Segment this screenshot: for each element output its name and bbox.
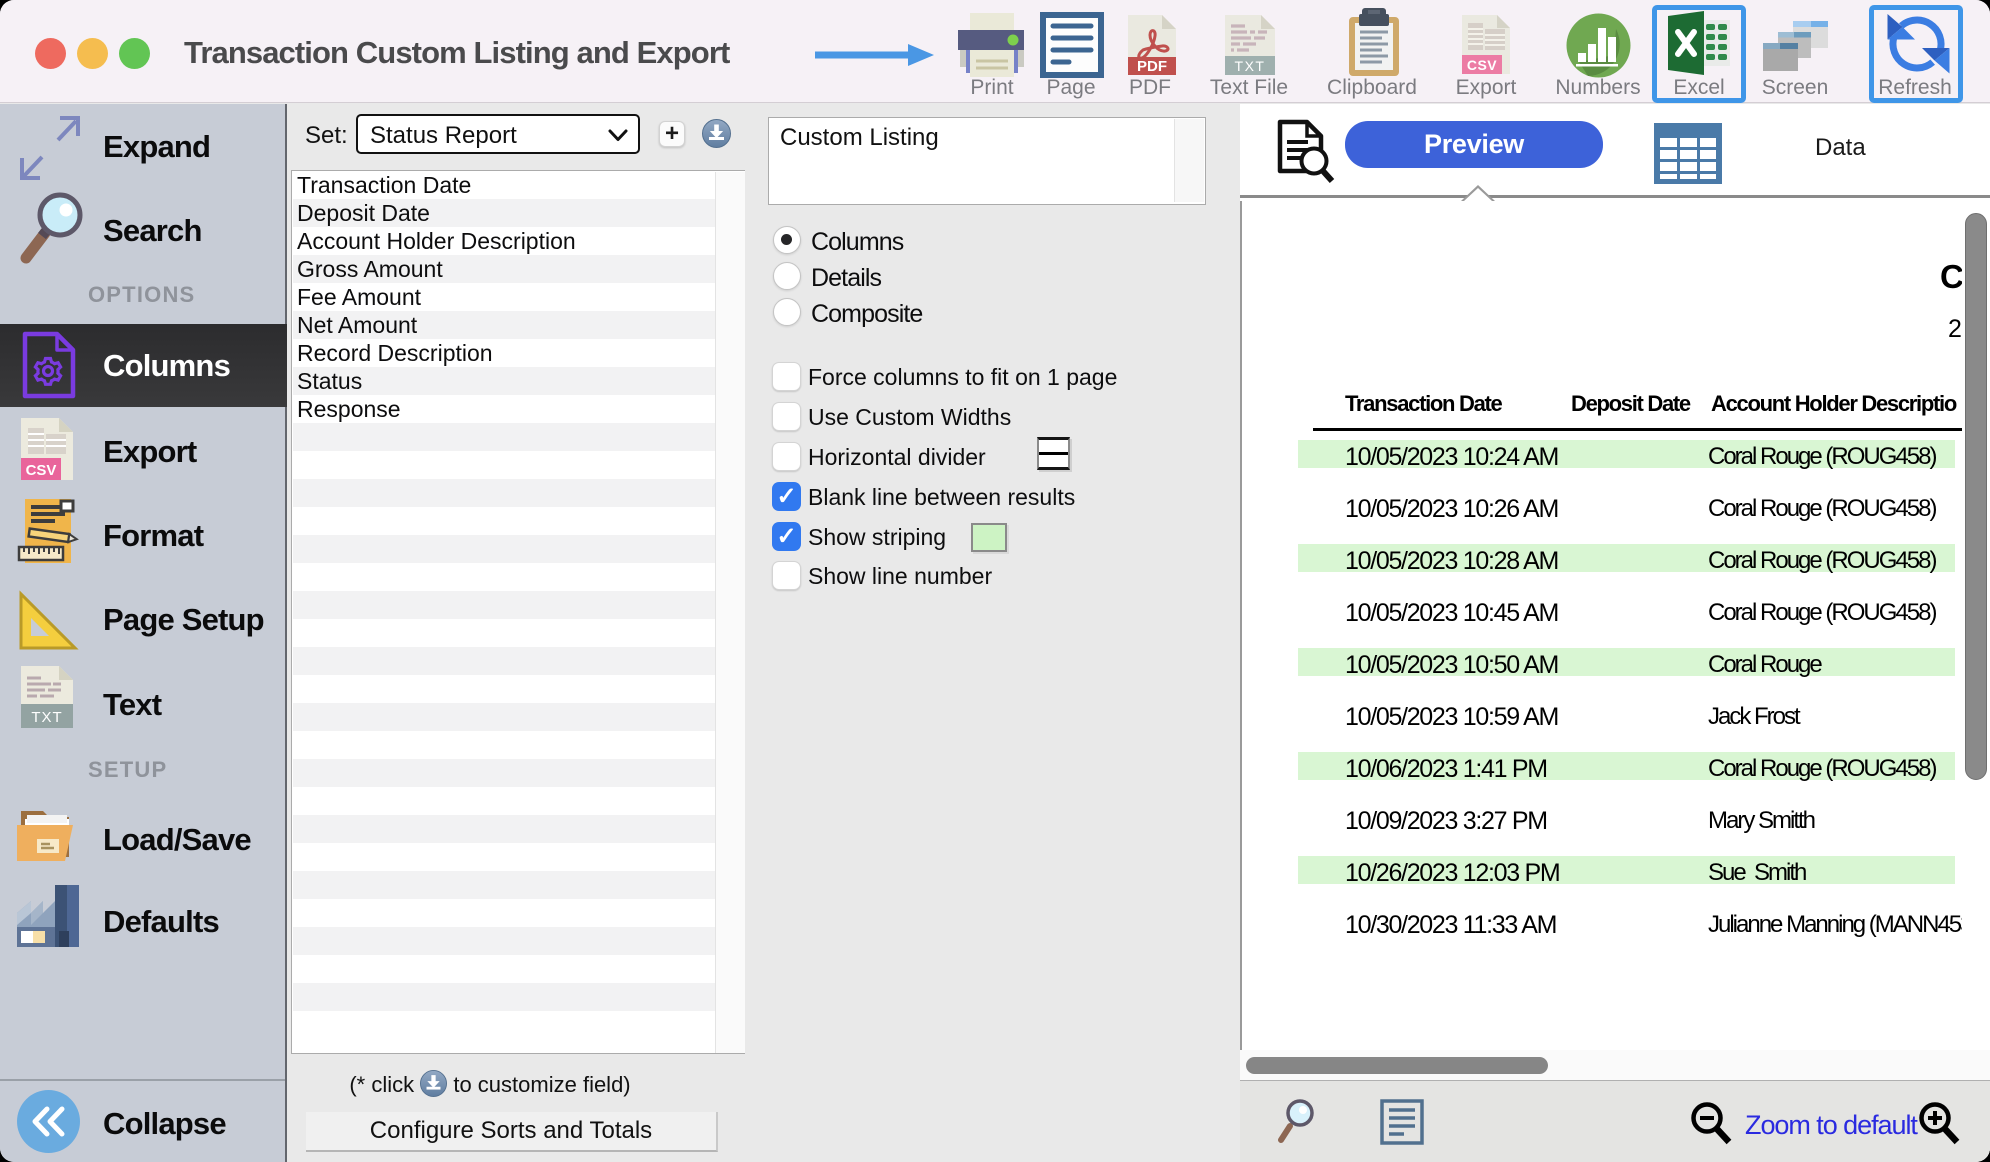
svg-text:CSV: CSV — [1467, 57, 1497, 73]
svg-text:PDF: PDF — [1137, 58, 1167, 75]
svg-text:CSV: CSV — [26, 462, 57, 479]
svg-text:TXT: TXT — [31, 709, 62, 726]
svg-text:TXT: TXT — [1235, 58, 1266, 74]
